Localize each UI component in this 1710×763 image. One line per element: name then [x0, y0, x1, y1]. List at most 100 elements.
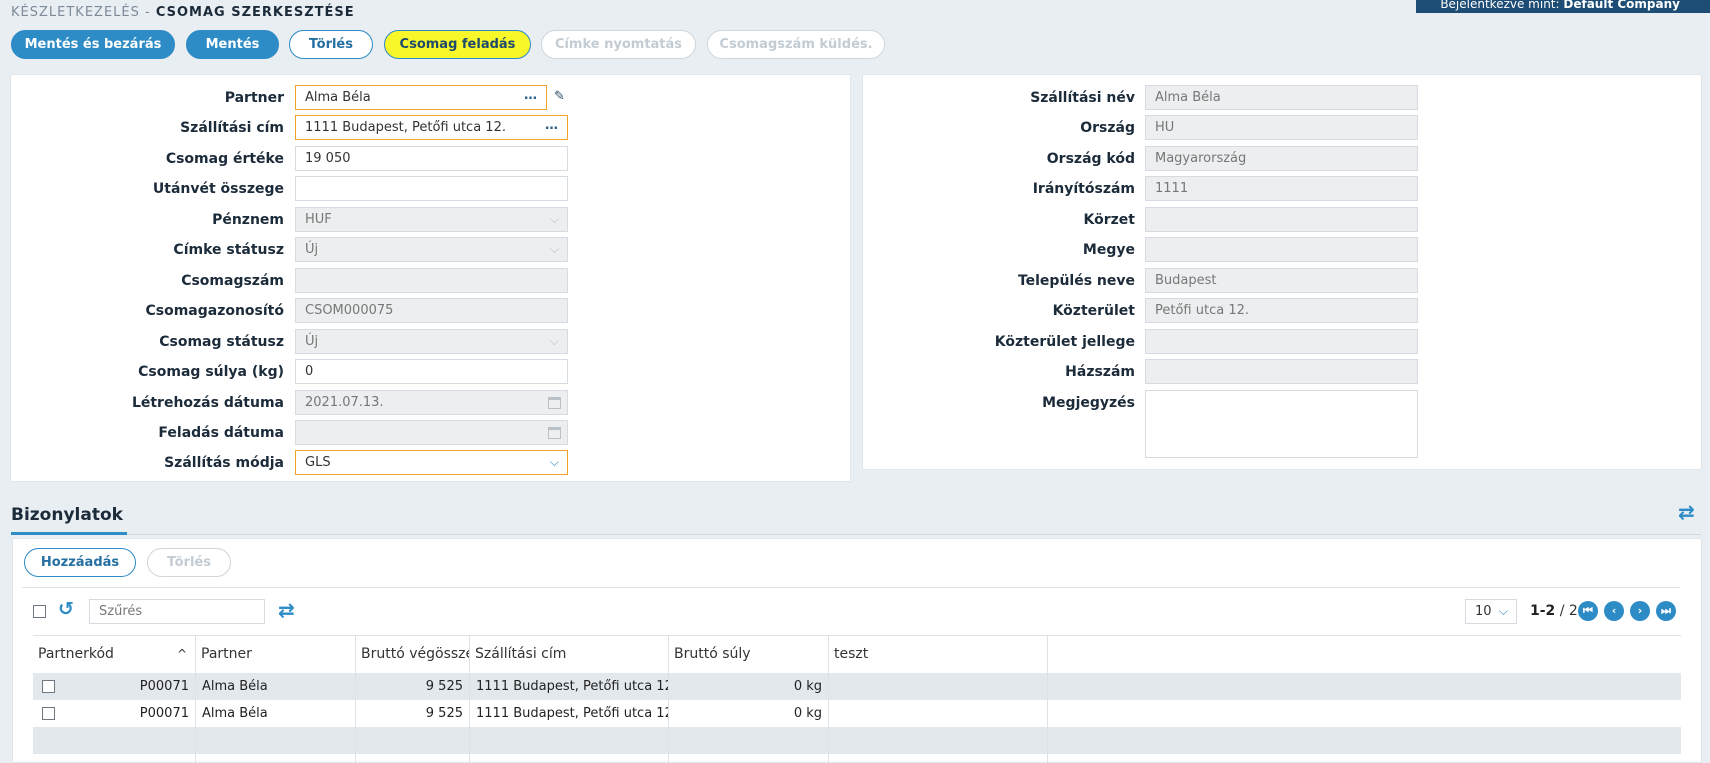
shipping-name-value: Alma Béla — [1155, 90, 1221, 105]
cell-partner-code: P00071 — [33, 700, 196, 727]
last-page-icon[interactable]: ⏭ — [1656, 601, 1676, 621]
house-number-field — [1145, 359, 1418, 384]
page-size-select[interactable]: 10 ⌵ — [1465, 599, 1517, 624]
documents-grid: Partnerkód ^ Partner Bruttó végösszeg Sz… — [33, 635, 1681, 763]
column-header-gross-weight[interactable]: Bruttó súly — [669, 636, 829, 673]
table-row[interactable]: P00071 Alma Béla 9 525 1111 Budapest, Pe… — [33, 700, 1681, 727]
sent-date-field — [295, 420, 568, 445]
street-field: Petőfi utca 12. — [1145, 298, 1418, 323]
delete-document-button[interactable]: Törlés — [147, 548, 231, 577]
empty-cell — [196, 754, 356, 763]
empty-cell — [356, 754, 470, 763]
empty-cell — [33, 727, 196, 754]
zip-value: 1111 — [1155, 181, 1189, 196]
page-total: / 2 — [1559, 603, 1578, 619]
country-code-value: Magyarország — [1155, 151, 1247, 166]
cell-partner-code: P00071 — [33, 673, 196, 700]
add-document-button[interactable]: Hozzáadás — [24, 548, 136, 577]
save-button[interactable]: Mentés — [186, 30, 279, 59]
sent-date-label: Feladás dátuma — [158, 425, 284, 441]
documents-tab-underline — [11, 532, 127, 535]
print-label-button[interactable]: Címke nyomtatás — [541, 30, 696, 59]
cell-partner: Alma Béla — [196, 673, 356, 700]
send-package-number-button[interactable]: Csomagszám küldés. — [707, 30, 885, 59]
county-label: Megye — [1082, 242, 1135, 258]
shipping-name-label: Szállítási név — [1030, 90, 1135, 106]
prev-page-icon[interactable]: ‹ — [1604, 601, 1624, 621]
login-label: Bejelentkezve mint: — [1440, 0, 1560, 11]
cell-test — [829, 673, 1048, 700]
table-row-empty — [33, 727, 1681, 754]
street-value: Petőfi utca 12. — [1155, 303, 1250, 318]
send-package-button[interactable]: Csomag feladás — [384, 30, 531, 59]
empty-cell — [829, 754, 1048, 763]
cell-shipping-address: 1111 Budapest, Petőfi utca 12. — [470, 700, 669, 727]
column-header-partner-code[interactable]: Partnerkód ^ — [33, 636, 196, 673]
country-value: HU — [1155, 120, 1175, 135]
breadcrumb: KÉSZLETKEZELÉS - CSOMAG SZERKESZTÉSE — [11, 5, 355, 20]
login-company[interactable]: Default Company — [1563, 0, 1680, 11]
first-page-icon[interactable]: ⏮ — [1578, 601, 1598, 621]
street-type-label: Közterület jellege — [994, 334, 1135, 350]
shipping-method-label: Szállítás módja — [164, 455, 284, 471]
column-header-test[interactable]: teszt — [829, 636, 1048, 673]
section-divider — [11, 534, 1701, 535]
chevron-down-icon[interactable]: ⌵ — [550, 451, 559, 474]
city-value: Budapest — [1155, 273, 1217, 288]
empty-cell — [829, 727, 1048, 754]
page-size-value: 10 — [1475, 604, 1492, 619]
street-type-field — [1145, 329, 1418, 354]
calendar-icon — [548, 427, 561, 439]
breadcrumb-parent[interactable]: KÉSZLETKEZELÉS - — [11, 5, 151, 20]
empty-cell — [470, 727, 669, 754]
street-label: Közterület — [1052, 303, 1135, 319]
documents-tab[interactable]: Bizonylatok — [11, 505, 123, 525]
country-label: Ország — [1080, 120, 1135, 136]
page-range: 1-2 — [1530, 603, 1556, 619]
cell-test — [829, 700, 1048, 727]
delete-button[interactable]: Törlés — [289, 30, 373, 59]
cell-gross-total: 9 525 — [356, 673, 470, 700]
page-info: 1-2 / 2 — [1530, 600, 1578, 623]
page-title: CSOMAG SZERKESZTÉSE — [155, 5, 355, 20]
shipping-method-value: GLS — [305, 455, 331, 470]
refresh-icon[interactable]: ↺ — [58, 598, 74, 620]
note-label: Megjegyzés — [1042, 395, 1135, 411]
sort-asc-icon[interactable]: ^ — [177, 636, 187, 673]
empty-cell — [356, 727, 470, 754]
filter-input[interactable]: Szűrés — [89, 599, 265, 624]
cell-shipping-address: 1111 Budapest, Petőfi utca 12. — [470, 673, 669, 700]
login-status: Bejelentkezve mint: Default Company — [1416, 0, 1710, 13]
table-row[interactable]: P00071 Alma Béla 9 525 1111 Budapest, Pe… — [33, 673, 1681, 700]
county-field — [1145, 237, 1418, 262]
shipping-name-field: Alma Béla — [1145, 85, 1418, 110]
next-page-icon[interactable]: › — [1630, 601, 1650, 621]
country-code-label: Ország kód — [1046, 151, 1135, 167]
cell-gross-total: 9 525 — [356, 700, 470, 727]
empty-cell — [669, 754, 829, 763]
note-textarea[interactable] — [1145, 390, 1418, 458]
swap-columns-icon[interactable]: ⇄ — [278, 598, 295, 622]
cell-gross-weight: 0 kg — [669, 673, 829, 700]
cell-partner: Alma Béla — [196, 700, 356, 727]
column-header-shipping-address[interactable]: Szállítási cím — [470, 636, 669, 673]
zip-label: Irányítószám — [1032, 181, 1135, 197]
chevron-down-icon: ⌵ — [1498, 604, 1508, 618]
select-all-checkbox[interactable] — [33, 605, 46, 618]
city-field: Budapest — [1145, 268, 1418, 293]
city-label: Település neve — [1017, 273, 1135, 289]
country-field: HU — [1145, 115, 1418, 140]
save-close-button[interactable]: Mentés és bezárás — [11, 30, 175, 59]
district-field — [1145, 207, 1418, 232]
empty-cell — [470, 754, 669, 763]
shipping-method-select[interactable]: GLS ⌵ — [295, 450, 568, 475]
column-header-gross-total[interactable]: Bruttó végösszeg — [356, 636, 470, 673]
country-code-field: Magyarország — [1145, 146, 1418, 171]
column-header-label: Partnerkód — [38, 646, 114, 662]
cell-gross-weight: 0 kg — [669, 700, 829, 727]
toolbar-divider — [22, 587, 1680, 588]
swap-icon[interactable]: ⇄ — [1678, 500, 1695, 524]
district-label: Körzet — [1083, 212, 1135, 228]
table-row-empty — [33, 754, 1681, 763]
column-header-partner[interactable]: Partner — [196, 636, 356, 673]
